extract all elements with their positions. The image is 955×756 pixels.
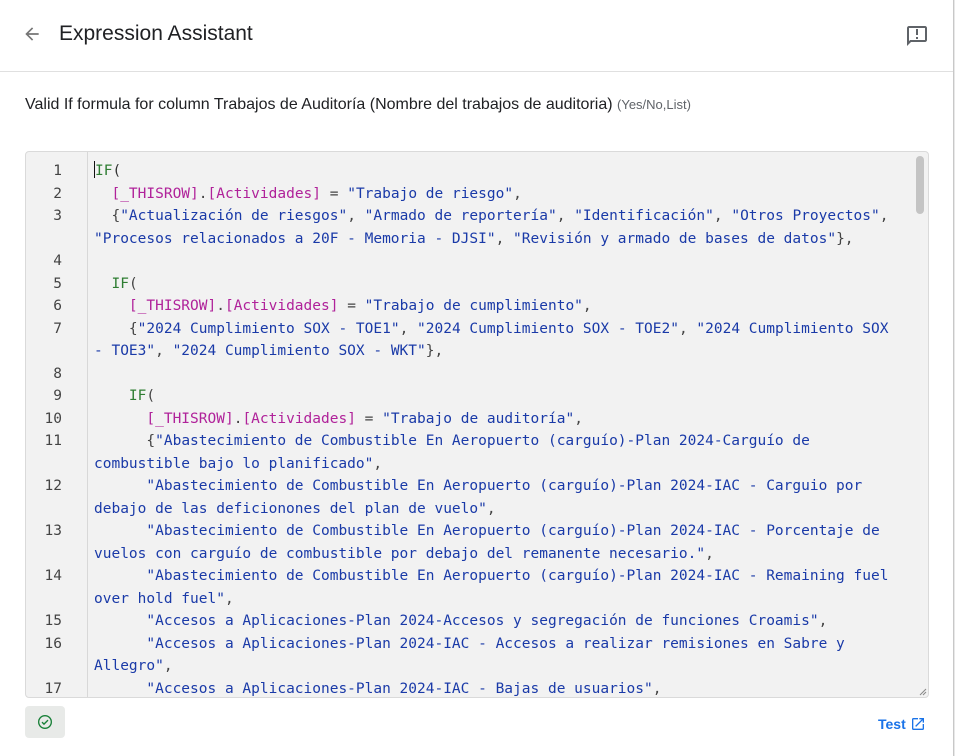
code-text: "Abastecimiento de Combustible En Aeropu… [94,523,889,562]
back-button[interactable] [22,24,50,48]
code-text: [_THISROW].[Actividades] = "Trabajo de c… [128,298,592,314]
dialog-header: Expression Assistant [0,0,953,72]
line-number: 13 [44,523,62,539]
line-number: 4 [53,253,62,269]
formula-valid-indicator[interactable] [25,706,65,738]
code-text: IF( [111,275,138,292]
code-text: [_THISROW].[Actividades] = "Trabajo de r… [111,185,522,202]
line-number: 5 [53,275,62,292]
test-button[interactable]: Test [878,716,926,732]
test-label: Test [878,716,906,732]
line-number: 17 [44,680,62,697]
gutter-divider [87,152,88,697]
code-text: {"Abastecimiento de Combustible En Aerop… [94,433,819,472]
line-number: 15 [44,613,62,629]
formula-description: Valid If formula for column Trabajos de … [25,96,691,114]
line-number: 10 [44,410,62,427]
code-text: "Accesos a Aplicaciones-Plan 2024-Acceso… [146,613,828,629]
code-text: {"Actualización de riesgos", "Armado de … [94,208,898,247]
line-number: 16 [44,635,62,652]
open-in-new-icon [911,718,924,730]
code-text: "Accesos a Aplicaciones-Plan 2024-IAC - … [94,635,854,675]
feedback-icon [907,26,927,46]
description-text: Valid If formula for column Trabajos de … [25,96,613,113]
line-number: 2 [53,185,62,202]
line-number: 7 [53,320,62,337]
expression-assistant-dialog: Expression Assistant Valid If formula fo… [0,0,954,756]
line-number: 14 [44,568,62,584]
line-number: 1 [53,163,62,179]
code-editor[interactable]: 1 IF( 2 [_THISROW].[Actividades] = "Trab… [25,151,929,698]
line-number: 9 [53,388,62,404]
column-types: (Yes/No,List) [617,97,691,112]
resize-grip-icon[interactable] [919,688,927,696]
code-text: "Abastecimiento de Combustible En Aeropu… [94,568,898,607]
arrow-back-icon [25,27,39,41]
code-text: IF( [128,388,156,404]
editor-scrollbar[interactable] [916,156,924,214]
code-text: "Abastecimiento de Combustible En Aeropu… [94,478,871,517]
code-text: {"2024 Cumplimiento SOX - TOE1", "2024 C… [94,320,898,360]
dialog-title: Expression Assistant [59,22,253,45]
line-number: 12 [44,478,62,494]
code-text: [_THISROW].[Actividades] = "Trabajo de a… [146,410,583,427]
line-number: 8 [53,365,62,382]
line-number: 3 [53,208,62,224]
code-text: "Accesos a Aplicaciones-Plan 2024-IAC - … [146,680,662,697]
line-number: 11 [44,433,62,449]
check-circle-icon [38,715,52,729]
feedback-button[interactable] [905,24,929,48]
code-text: IF( [94,161,122,179]
line-number: 6 [53,298,62,314]
